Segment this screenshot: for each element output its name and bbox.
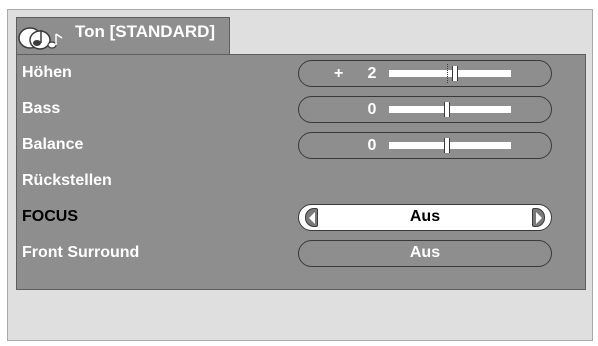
menu-item-front-surround-label[interactable]: Front Surround [22,244,139,262]
hoehen-slider-center-mark [447,64,448,83]
menu-item-focus-label[interactable]: FOCUS [22,208,78,226]
hoehen-slider[interactable]: + 2 [298,60,552,87]
hoehen-slider-track[interactable] [389,70,511,77]
hoehen-slider-thumb[interactable] [452,66,459,81]
focus-selector[interactable]: Aus [298,204,552,231]
focus-value: Aus [409,208,441,225]
menu-item-hoehen-label[interactable]: Höhen [22,64,72,82]
hoehen-value: 2 [367,65,377,82]
front-surround-value: Aus [409,244,441,261]
hoehen-sign: + [334,65,344,82]
bass-slider-track[interactable] [389,106,511,113]
title-tab: Ton [STANDARD] [16,17,230,54]
balance-slider-thumb[interactable] [444,138,450,153]
front-surround-selector[interactable]: Aus [298,240,552,267]
sound-notes-icon [18,27,63,50]
menu-title: Ton [STANDARD] [75,22,216,41]
menu-item-reset-label[interactable]: Rückstellen [22,172,112,190]
bass-value: 0 [367,101,377,118]
balance-slider-track[interactable] [389,142,511,149]
balance-slider[interactable]: 0 [298,132,552,159]
bass-slider-thumb[interactable] [444,102,450,117]
menu-item-balance-label[interactable]: Balance [22,136,83,154]
bass-slider[interactable]: 0 [298,96,552,123]
menu-item-bass-label[interactable]: Bass [22,100,60,118]
balance-value: 0 [367,137,377,154]
